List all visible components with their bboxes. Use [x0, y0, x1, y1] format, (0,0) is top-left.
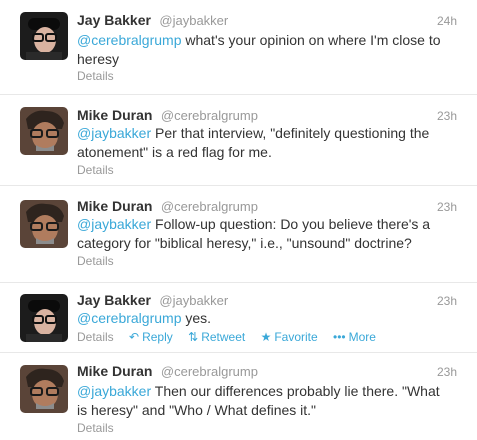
reply-icon: ↶ — [129, 330, 140, 344]
mike-duran-avatar[interactable] — [20, 107, 68, 155]
tweet-header: Jay Bakker @jaybakker — [77, 292, 228, 310]
tweet-timestamp[interactable]: 23h — [437, 294, 457, 308]
tweet[interactable]: Mike Duran @cerebralgrump 23h @jaybakker… — [0, 95, 477, 186]
tweet-header: Mike Duran @cerebralgrump — [77, 363, 258, 381]
more-dots-icon: ••• — [333, 330, 346, 344]
retweet-icon: ⇅ — [188, 330, 199, 344]
tweet-text: @cerebralgrump yes. — [77, 309, 447, 328]
jay-bakker-avatar[interactable] — [20, 12, 68, 60]
reply-label: Reply — [142, 330, 173, 344]
details-link[interactable]: Details — [77, 421, 114, 435]
tweet-actions: Details — [77, 421, 114, 435]
mike-duran-avatar[interactable] — [20, 200, 68, 248]
more-label: More — [348, 330, 376, 344]
details-link[interactable]: Details — [77, 163, 114, 177]
tweet[interactable]: Jay Bakker @jaybakker 23h @cerebralgrump… — [0, 283, 477, 353]
retweet-button[interactable]: ⇅ Retweet — [188, 330, 245, 344]
tweet-timestamp[interactable]: 24h — [437, 14, 457, 28]
tweet-timeline: Jay Bakker @jaybakker 24h @cerebralgrump… — [0, 0, 477, 440]
author-handle[interactable]: @jaybakker — [159, 13, 228, 28]
tweet-actions: Details ↶ Reply ⇅ Retweet ★ Favorite ••• Mor… — [77, 330, 376, 344]
mention-link[interactable]: @cerebralgrump — [77, 32, 181, 48]
mention-link[interactable]: @jaybakker — [77, 216, 151, 232]
more-button[interactable]: ••• More — [333, 330, 376, 344]
tweet[interactable]: Mike Duran @cerebralgrump 23h @jaybakker… — [0, 353, 477, 440]
tweet-text: @jaybakker Then our differences probably… — [77, 382, 447, 420]
tweet-header: Mike Duran @cerebralgrump — [77, 198, 258, 216]
author-handle[interactable]: @cerebralgrump — [161, 364, 258, 379]
author-handle[interactable]: @cerebralgrump — [161, 199, 258, 214]
tweet-body: yes. — [181, 310, 212, 326]
author-name[interactable]: Mike Duran — [77, 363, 152, 379]
tweet-text: @jaybakker Per that interview, "definite… — [77, 124, 447, 162]
tweet-header: Mike Duran @cerebralgrump — [77, 107, 258, 125]
mention-link[interactable]: @jaybakker — [77, 125, 151, 141]
mike-duran-avatar[interactable] — [20, 365, 68, 413]
tweet-actions: Details — [77, 69, 114, 83]
reply-button[interactable]: ↶ Reply — [129, 330, 173, 344]
favorite-button[interactable]: ★ Favorite — [261, 330, 318, 344]
tweet-text: @jaybakker Follow-up question: Do you be… — [77, 215, 447, 253]
details-link[interactable]: Details — [77, 330, 114, 344]
retweet-label: Retweet — [201, 330, 246, 344]
details-link[interactable]: Details — [77, 254, 114, 268]
tweet-timestamp[interactable]: 23h — [437, 109, 457, 123]
mention-link[interactable]: @jaybakker — [77, 383, 151, 399]
tweet-actions: Details — [77, 254, 114, 268]
author-name[interactable]: Mike Duran — [77, 198, 152, 214]
tweet-actions: Details — [77, 163, 114, 177]
mention-link[interactable]: @cerebralgrump — [77, 310, 181, 326]
details-link[interactable]: Details — [77, 69, 114, 83]
tweet[interactable]: Mike Duran @cerebralgrump 23h @jaybakker… — [0, 186, 477, 283]
tweet-timestamp[interactable]: 23h — [437, 200, 457, 214]
author-name[interactable]: Jay Bakker — [77, 292, 151, 308]
author-name[interactable]: Mike Duran — [77, 107, 152, 123]
tweet[interactable]: Jay Bakker @jaybakker 24h @cerebralgrump… — [0, 0, 477, 95]
star-icon: ★ — [260, 330, 272, 344]
author-name[interactable]: Jay Bakker — [77, 12, 151, 28]
jay-bakker-avatar[interactable] — [20, 294, 68, 342]
author-handle[interactable]: @cerebralgrump — [161, 108, 258, 123]
tweet-timestamp[interactable]: 23h — [437, 365, 457, 379]
tweet-text: @cerebralgrump what's your opinion on wh… — [77, 31, 447, 69]
favorite-label: Favorite — [274, 330, 318, 344]
tweet-header: Jay Bakker @jaybakker — [77, 12, 228, 30]
author-handle[interactable]: @jaybakker — [159, 293, 228, 308]
